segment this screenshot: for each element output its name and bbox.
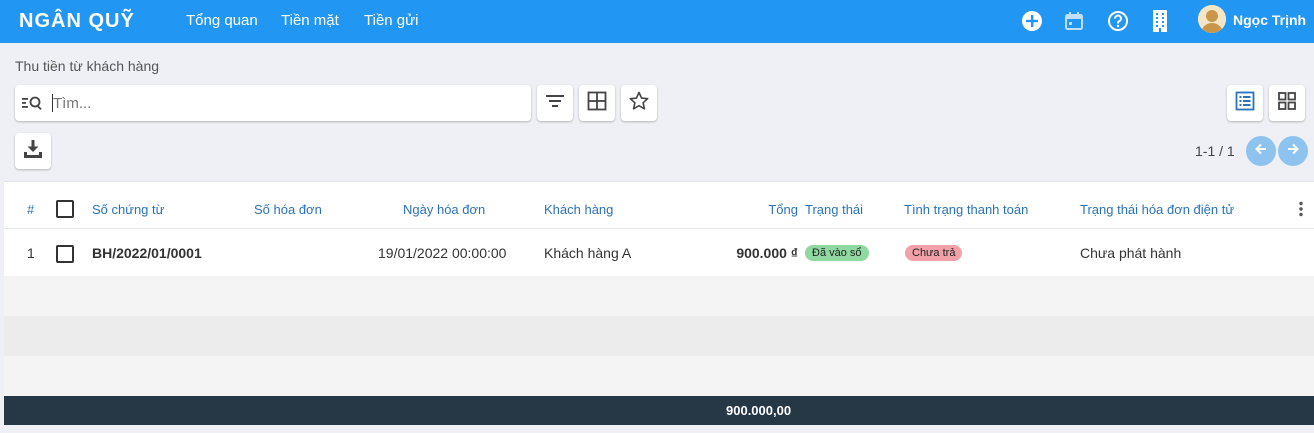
pager-value[interactable]: 1-1 / 1 (1195, 143, 1235, 159)
kanban-view-button[interactable] (1269, 85, 1305, 121)
search-box (15, 85, 531, 121)
download-icon (23, 139, 43, 164)
arrow-right-icon (1286, 142, 1300, 161)
kanban-view-icon (1277, 91, 1297, 116)
nav-deposit[interactable]: Tiền gửi (364, 12, 419, 29)
table-header: # Số chứng từ Số hóa đơn Ngày hóa đơn Kh… (4, 181, 1314, 229)
empty-row (4, 316, 1314, 356)
row-customer: Khách hàng A (544, 245, 632, 261)
header-invoice-date[interactable]: Ngày hóa đơn (403, 202, 485, 217)
list-table: # Số chứng từ Số hóa đơn Ngày hóa đơn Kh… (4, 181, 1314, 396)
group-by-button[interactable] (579, 85, 615, 121)
row-total: 900.000 ₫ (736, 245, 798, 261)
top-navbar: NGÂN QUỸ Tổng quan Tiền mặt Tiền gửi Ngọ… (0, 0, 1314, 43)
column-options-icon[interactable] (1298, 201, 1304, 222)
header-index: # (27, 202, 35, 217)
add-circle-icon[interactable] (1020, 9, 1044, 33)
row-index: 1 (27, 245, 35, 261)
row-einvoice-status: Chưa phát hành (1080, 245, 1182, 261)
row-checkbox[interactable] (56, 245, 74, 263)
user-name[interactable]: Ngọc Trịnh (1233, 12, 1306, 28)
help-icon[interactable] (1106, 9, 1130, 33)
select-all-checkbox[interactable] (56, 200, 74, 218)
nav-overview[interactable]: Tổng quan (186, 12, 258, 29)
pager-previous-button[interactable] (1246, 136, 1276, 166)
table-footer: 900.000,00 (4, 396, 1314, 425)
favorites-button[interactable] (621, 85, 657, 121)
export-button[interactable] (15, 133, 51, 169)
nav-cash[interactable]: Tiền mặt (281, 12, 339, 29)
list-view-button[interactable] (1227, 85, 1263, 121)
empty-row (4, 276, 1314, 316)
arrow-left-icon (1254, 142, 1268, 161)
company-building-icon[interactable] (1148, 9, 1172, 33)
pager-next-button[interactable] (1278, 136, 1308, 166)
list-view-icon (1235, 91, 1255, 116)
app-brand[interactable]: NGÂN QUỸ (19, 10, 135, 33)
user-avatar[interactable] (1198, 5, 1226, 33)
header-invoice-no[interactable]: Số hóa đơn (254, 202, 322, 217)
row-invoice-date: 19/01/2022 00:00:00 (378, 245, 507, 261)
header-customer[interactable]: Khách hàng (544, 202, 613, 217)
grid-table-icon (587, 91, 607, 116)
search-icon (22, 94, 44, 112)
calendar-icon[interactable] (1062, 9, 1086, 33)
table-row[interactable]: 1 BH/2022/01/0001 19/01/2022 00:00:00 Kh… (4, 229, 1314, 275)
status-badge: Đã vào sổ (805, 245, 869, 261)
empty-row (4, 356, 1314, 396)
star-icon (629, 91, 649, 116)
header-status[interactable]: Trạng thái (805, 202, 863, 217)
row-voucher-no[interactable]: BH/2022/01/0001 (92, 245, 202, 261)
breadcrumb: Thu tiền từ khách hàng (15, 58, 160, 74)
header-einvoice-status[interactable]: Trạng thái hóa đơn điện tử (1080, 202, 1234, 217)
header-total[interactable]: Tổng (724, 202, 798, 217)
header-voucher-no[interactable]: Số chứng từ (92, 202, 164, 217)
search-input[interactable] (53, 88, 523, 118)
filter-button[interactable] (537, 85, 573, 121)
header-payment-status[interactable]: Tình trạng thanh toán (904, 202, 1028, 217)
filter-icon (545, 93, 565, 114)
footer-total-amount: 900.000,00 (726, 403, 792, 418)
payment-status-badge: Chưa trả (905, 245, 963, 261)
